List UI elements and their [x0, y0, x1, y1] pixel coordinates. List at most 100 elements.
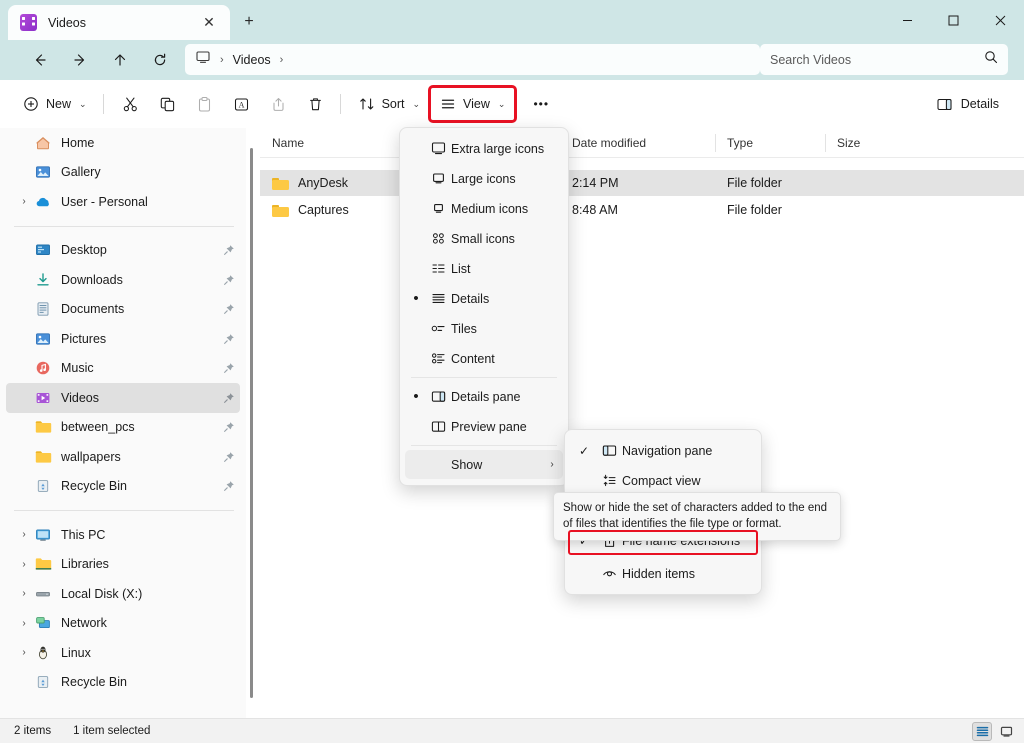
- tab-title: Videos: [48, 15, 86, 30]
- copy-button[interactable]: [150, 88, 185, 120]
- search-input[interactable]: [770, 52, 984, 67]
- up-arrow-icon[interactable]: [104, 45, 136, 75]
- paste-button[interactable]: [187, 88, 222, 120]
- sidebar-item-label: wallpapers: [61, 449, 121, 464]
- tab-videos[interactable]: Videos ✕: [8, 5, 230, 40]
- sidebar-item-linux[interactable]: › Linux: [6, 638, 240, 668]
- more-options-button[interactable]: •••: [524, 88, 558, 120]
- refresh-icon[interactable]: [144, 45, 176, 75]
- menu-item-small-icons[interactable]: Small icons: [405, 224, 563, 253]
- search-icon[interactable]: [984, 50, 998, 69]
- menu-item-large-icons[interactable]: Large icons: [405, 164, 563, 193]
- menu-item-extra-large-icons[interactable]: Extra large icons: [405, 134, 563, 163]
- pin-icon[interactable]: [218, 451, 240, 463]
- minimize-button[interactable]: [884, 0, 930, 40]
- pin-icon[interactable]: [218, 392, 240, 404]
- breadcrumb-item-videos[interactable]: Videos: [233, 53, 271, 67]
- menu-item-list[interactable]: List: [405, 254, 563, 283]
- pin-icon[interactable]: [218, 333, 240, 345]
- sidebar-item-recycle-bin[interactable]: Recycle Bin: [6, 668, 240, 698]
- sort-button[interactable]: Sort ⌄: [350, 88, 429, 120]
- sidebar-item-music[interactable]: Music: [6, 354, 240, 384]
- menu-item-details[interactable]: • Details: [405, 284, 563, 313]
- pin-icon[interactable]: [218, 421, 240, 433]
- new-tab-button[interactable]: +: [236, 10, 262, 34]
- forward-arrow-icon[interactable]: [64, 45, 96, 75]
- menu-item-compact-view[interactable]: Compact view: [570, 466, 756, 495]
- large-icons-view-toggle[interactable]: [996, 722, 1016, 741]
- list-icon: [425, 260, 451, 277]
- column-header-date-modified[interactable]: Date modified: [560, 128, 715, 158]
- pin-icon[interactable]: [218, 274, 240, 286]
- status-selection: 1 item selected: [73, 725, 151, 737]
- pin-icon[interactable]: [218, 480, 240, 492]
- close-window-button[interactable]: [976, 0, 1024, 40]
- menu-item-preview-pane[interactable]: Preview pane: [405, 412, 563, 441]
- menu-item-tiles[interactable]: Tiles: [405, 314, 563, 343]
- chevron-right-icon[interactable]: ›: [14, 559, 34, 570]
- sidebar-item-libraries[interactable]: › Libraries: [6, 550, 240, 580]
- sidebar-item-documents[interactable]: Documents: [6, 295, 240, 325]
- navigation-pane-scrollbar[interactable]: [248, 140, 255, 710]
- sidebar-item-this-pc[interactable]: › This PC: [6, 520, 240, 550]
- pin-icon[interactable]: [218, 303, 240, 315]
- medium-icons-icon: [425, 200, 451, 217]
- back-arrow-icon[interactable]: [24, 45, 56, 75]
- menu-item-navigation-pane[interactable]: ✓ Navigation pane: [570, 436, 756, 465]
- this-pc-icon[interactable]: [195, 49, 211, 70]
- maximize-button[interactable]: [930, 0, 976, 40]
- sidebar-item-label: Downloads: [61, 272, 123, 287]
- menu-item-content[interactable]: Content: [405, 344, 563, 373]
- chevron-right-icon[interactable]: ›: [14, 588, 34, 599]
- menu-item-details-pane[interactable]: • Details pane: [405, 382, 563, 411]
- sidebar-item-network[interactable]: › Network: [6, 609, 240, 639]
- sidebar-item-label: Music: [61, 361, 94, 376]
- sidebar-item-gallery[interactable]: Gallery: [6, 158, 240, 188]
- sidebar-item-recycle-bin-pinned[interactable]: Recycle Bin: [6, 472, 240, 502]
- column-header-type[interactable]: Type: [715, 128, 825, 158]
- sidebar-item-pictures[interactable]: Pictures: [6, 324, 240, 354]
- details-pane-button[interactable]: Details: [927, 88, 1008, 120]
- column-header-size[interactable]: Size: [825, 128, 925, 158]
- chevron-right-icon[interactable]: ›: [14, 196, 34, 207]
- videos-icon: [34, 390, 52, 406]
- close-icon[interactable]: ✕: [196, 11, 222, 35]
- navigation-pane-icon: [596, 442, 622, 459]
- delete-button[interactable]: [298, 88, 333, 120]
- cut-button[interactable]: [113, 88, 148, 120]
- details-view-toggle[interactable]: [972, 721, 992, 741]
- sidebar-item-home[interactable]: Home: [6, 128, 240, 158]
- home-icon: [34, 135, 52, 151]
- sidebar-item-label: Recycle Bin: [61, 675, 127, 690]
- menu-item-hidden-items[interactable]: Hidden items: [570, 559, 756, 588]
- view-button[interactable]: View ⌄: [428, 85, 518, 123]
- recycle-bin-icon: [34, 478, 52, 494]
- folder-icon: [272, 176, 289, 190]
- compact-view-icon: [596, 472, 622, 489]
- sidebar-item-between-pcs[interactable]: between_pcs: [6, 413, 240, 443]
- chevron-right-icon[interactable]: ›: [14, 618, 34, 629]
- chevron-right-icon[interactable]: ›: [14, 529, 34, 540]
- breadcrumb[interactable]: › Videos ›: [185, 44, 760, 75]
- share-button[interactable]: [261, 88, 296, 120]
- sidebar-item-wallpapers[interactable]: wallpapers: [6, 442, 240, 472]
- menu-item-show[interactable]: Show ›: [405, 450, 563, 479]
- table-row[interactable]: Captures 8:48 AM File folder: [260, 197, 1024, 223]
- chevron-right-icon[interactable]: ›: [14, 647, 34, 658]
- content-icon: [425, 350, 451, 367]
- breadcrumb-separator-end[interactable]: ›: [273, 54, 291, 66]
- sidebar-item-downloads[interactable]: Downloads: [6, 265, 240, 295]
- pin-icon[interactable]: [218, 244, 240, 256]
- table-row[interactable]: AnyDesk 2:14 PM File folder: [260, 170, 1024, 196]
- rename-button[interactable]: A: [224, 88, 259, 120]
- sidebar-item-local-disk-x[interactable]: › Local Disk (X:): [6, 579, 240, 609]
- pin-icon[interactable]: [218, 362, 240, 374]
- scrollbar-thumb[interactable]: [250, 148, 253, 698]
- menu-item-medium-icons[interactable]: Medium icons: [405, 194, 563, 223]
- new-button[interactable]: New ⌄: [14, 88, 96, 120]
- sidebar-item-desktop[interactable]: Desktop: [6, 236, 240, 266]
- sidebar-item-videos[interactable]: Videos: [6, 383, 240, 413]
- sidebar-item-label: between_pcs: [61, 420, 135, 435]
- sidebar-item-user-personal[interactable]: › User - Personal: [6, 187, 240, 217]
- search-box[interactable]: [760, 44, 1008, 75]
